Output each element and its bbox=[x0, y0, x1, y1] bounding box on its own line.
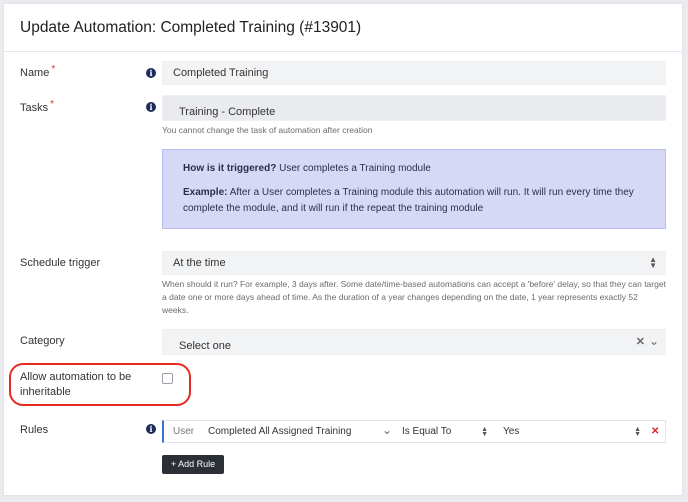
how-triggered-text: User completes a Training module bbox=[276, 163, 431, 174]
schedule-trigger-value: At the time bbox=[173, 257, 226, 269]
schedule-help: When should it run? For example, 3 days … bbox=[162, 279, 666, 315]
rule-field-select[interactable]: Completed All Assigned Training ⌄ bbox=[208, 421, 392, 442]
rule-operator-value: Is Equal To bbox=[402, 426, 452, 437]
name-label: Name * bbox=[20, 64, 56, 79]
header-divider bbox=[4, 51, 682, 52]
category-select[interactable]: Select one ✕ ⌄ bbox=[162, 329, 666, 355]
delete-rule-icon[interactable]: ✕ bbox=[651, 421, 659, 442]
highlight-annotation bbox=[9, 363, 191, 406]
select-arrows-icon: ▲ ▼ bbox=[649, 255, 657, 270]
schedule-trigger-select[interactable]: At the time ▲ ▼ bbox=[162, 251, 666, 275]
tasks-value: Training - Complete bbox=[179, 106, 276, 118]
example-text: After a User completes a Training module… bbox=[183, 187, 634, 214]
tasks-field: Training - Complete bbox=[162, 95, 666, 121]
automation-panel: Update Automation: Completed Training (#… bbox=[3, 3, 683, 496]
schedule-trigger-label: Schedule trigger bbox=[20, 257, 101, 269]
info-icon[interactable]: i bbox=[146, 424, 156, 434]
chevron-down-icon: ⌄ bbox=[381, 423, 392, 437]
tasks-label: Tasks * bbox=[20, 99, 55, 114]
select-arrows-icon: ▲ ▼ bbox=[481, 426, 488, 438]
chevron-down-icon[interactable]: ⌄ bbox=[649, 334, 659, 348]
how-triggered-label: How is it triggered? bbox=[183, 163, 277, 174]
rule-operator-select[interactable]: Is Equal To ▲ ▼ bbox=[402, 421, 488, 442]
required-mark: * bbox=[50, 99, 55, 110]
category-label: Category bbox=[20, 335, 65, 347]
tasks-help: You cannot change the task of automation… bbox=[162, 125, 373, 135]
example-label: Example: bbox=[183, 187, 228, 198]
add-rule-button[interactable]: + Add Rule bbox=[162, 455, 224, 474]
info-icon[interactable]: i bbox=[146, 68, 156, 78]
rule-entity: User bbox=[173, 426, 195, 437]
page-title: Update Automation: Completed Training (#… bbox=[20, 19, 362, 36]
clear-x-icon[interactable]: ✕ bbox=[636, 335, 645, 348]
required-mark: * bbox=[51, 64, 56, 75]
category-placeholder: Select one bbox=[179, 340, 231, 352]
info-icon[interactable]: i bbox=[146, 102, 156, 112]
rules-label: Rules bbox=[20, 424, 49, 436]
rule-row: User Completed All Assigned Training ⌄ I… bbox=[162, 420, 666, 443]
rule-field-value: Completed All Assigned Training bbox=[208, 426, 352, 437]
name-input-value: Completed Training bbox=[173, 67, 269, 79]
select-arrows-icon: ▲ ▼ bbox=[634, 426, 641, 438]
rule-value: Yes bbox=[503, 426, 520, 437]
trigger-info-callout: How is it triggered? User completes a Tr… bbox=[162, 149, 666, 229]
name-input[interactable]: Completed Training bbox=[162, 61, 666, 85]
rule-value-select[interactable]: Yes ▲ ▼ bbox=[503, 421, 641, 442]
